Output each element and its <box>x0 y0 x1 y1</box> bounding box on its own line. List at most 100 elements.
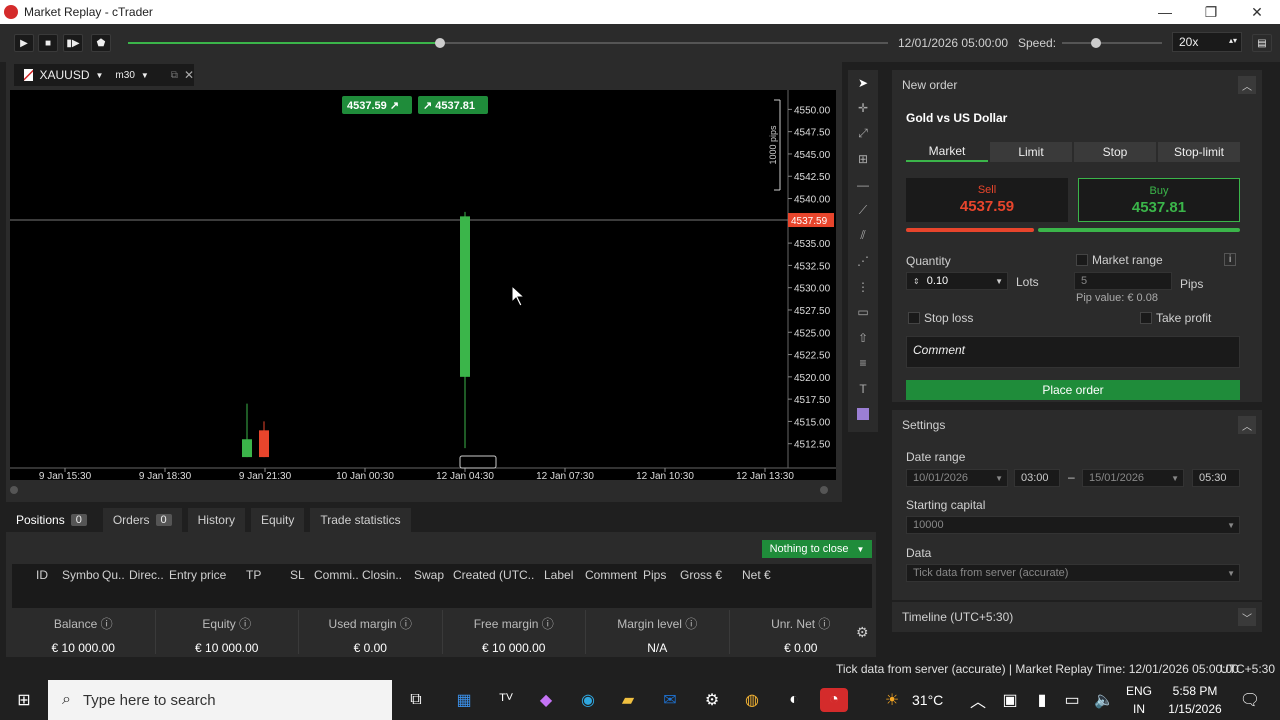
col-label[interactable]: Label <box>544 568 573 582</box>
col-net[interactable]: Net € <box>742 568 771 582</box>
sell-button[interactable]: Sell 4537.59 <box>906 178 1068 222</box>
col-direction[interactable]: Direc.. <box>129 568 164 582</box>
col-entry-price[interactable]: Entry price <box>169 568 226 582</box>
close-window-button[interactable]: ✕ <box>1234 0 1280 24</box>
scroll-left-icon[interactable] <box>10 486 18 494</box>
comment-field[interactable]: Comment <box>906 336 1240 368</box>
info-icon[interactable]: ⓘ <box>101 617 113 631</box>
col-gross[interactable]: Gross € <box>680 568 722 582</box>
cursor-tool-icon[interactable]: ➤ <box>848 70 878 96</box>
volume-icon[interactable]: 🔈 <box>1092 688 1116 712</box>
chevron-down-icon[interactable]: ▼ <box>1227 521 1235 530</box>
layout-icon[interactable]: ▤ <box>1252 34 1272 52</box>
speed-select[interactable]: 20x ▴▾ <box>1172 32 1242 52</box>
expand-icon[interactable]: ﹀ <box>1238 608 1256 626</box>
speed-slider[interactable] <box>1062 42 1162 44</box>
col-swap[interactable]: Swap <box>414 568 444 582</box>
channel-icon[interactable]: ⫽ <box>848 223 878 249</box>
starting-capital-select[interactable]: 10000 ▼ <box>906 516 1240 534</box>
weather-icon[interactable]: ☀ <box>880 688 904 712</box>
side-scrollbar[interactable] <box>1268 70 1274 650</box>
place-order-button[interactable]: Place order <box>906 380 1240 400</box>
col-tp[interactable]: TP <box>246 568 261 582</box>
taskbar-search[interactable]: ⌕ Type here to search <box>48 680 392 720</box>
text-tool-icon[interactable]: T <box>848 376 878 402</box>
price-chart[interactable]: 4550.00 4547.50 4545.00 4542.50 4540.00 4537.… <box>10 90 836 482</box>
tab-history[interactable]: History <box>187 508 245 532</box>
col-comment[interactable]: Comment <box>585 568 637 582</box>
zoom-tool-icon[interactable]: ⤢ <box>848 121 878 147</box>
timeline-header[interactable]: Timeline (UTC+5:30) <box>892 602 1262 632</box>
chart-scrollbar[interactable] <box>10 486 836 494</box>
quantity-stepper[interactable]: ⇕ 0.10 ▼ <box>906 272 1008 290</box>
language-indicator[interactable]: ENG IN <box>1124 684 1154 716</box>
color-swatch-icon[interactable] <box>848 402 878 428</box>
nothing-to-close-button[interactable]: Nothing to close ▼ <box>762 540 872 558</box>
col-created[interactable]: Created (UTC.. <box>453 568 534 582</box>
windows-start-icon[interactable]: ⊞ <box>12 688 36 712</box>
chevron-down-icon[interactable]: ▼ <box>1227 569 1235 578</box>
tab-equity[interactable]: Equity <box>250 508 305 532</box>
start-date-picker[interactable]: 10/01/2026 ▼ <box>906 469 1008 487</box>
chevron-up-icon[interactable]: ︿ <box>966 688 990 712</box>
col-closing[interactable]: Closin.. <box>362 568 402 582</box>
tab-positions[interactable]: Positions 0 <box>6 508 97 532</box>
info-icon[interactable]: ⓘ <box>239 617 251 631</box>
stop-button[interactable]: ■ <box>38 34 58 52</box>
fibonacci-icon[interactable]: ⋰ <box>848 249 878 275</box>
settings-icon[interactable]: ⚙ <box>700 688 724 712</box>
collapse-icon[interactable]: ︿ <box>1238 416 1256 434</box>
close-tab-icon[interactable]: ✕ <box>184 68 194 82</box>
arrow-up-icon[interactable]: ⇧ <box>848 325 878 351</box>
chevron-down-icon[interactable]: ▼ <box>1171 474 1179 483</box>
info-icon[interactable]: ⓘ <box>542 617 554 631</box>
minimize-button[interactable]: — <box>1142 0 1188 24</box>
task-view-icon[interactable]: ⧉ <box>404 688 428 712</box>
meet-icon[interactable]: ▣ <box>998 688 1022 712</box>
replay-progress-slider[interactable] <box>128 38 888 48</box>
info-icon[interactable]: ⓘ <box>818 617 830 631</box>
file-explorer-icon[interactable]: ▰ <box>616 688 640 712</box>
tab-stop[interactable]: Stop <box>1074 142 1156 162</box>
notifications-icon[interactable]: 🗨 <box>1238 688 1262 712</box>
take-profit-checkbox[interactable] <box>1140 312 1152 324</box>
col-sl[interactable]: SL <box>290 568 305 582</box>
col-id[interactable]: ID <box>36 568 48 582</box>
collapse-icon[interactable]: ︿ <box>1238 76 1256 94</box>
data-source-select[interactable]: Tick data from server (accurate) ▼ <box>906 564 1240 582</box>
speed-slider-handle[interactable] <box>1091 38 1101 48</box>
tab-market[interactable]: Market <box>906 142 988 162</box>
bookmark-button[interactable]: ⬟ <box>91 34 111 52</box>
ctrader-taskbar-icon[interactable]: ◔ <box>820 688 848 712</box>
col-commission[interactable]: Commi.. <box>314 568 359 582</box>
tab-stop-limit[interactable]: Stop-limit <box>1158 142 1240 162</box>
lines-icon[interactable]: ≡ <box>848 351 878 377</box>
tab-orders[interactable]: Orders 0 <box>102 508 182 532</box>
clock[interactable]: 5:58 PM 1/15/2026 <box>1160 684 1230 716</box>
end-time-field[interactable]: 05:30 <box>1192 469 1240 487</box>
copilot-icon[interactable]: ◆ <box>534 688 558 712</box>
gear-icon[interactable]: ⚙ <box>856 624 869 641</box>
rectangle-icon[interactable]: ▭ <box>848 300 878 326</box>
end-date-picker[interactable]: 15/01/2026 ▼ <box>1082 469 1184 487</box>
timeframe-label[interactable]: m30 <box>115 70 134 81</box>
chart-tab[interactable]: XAUUSD ▼ m30 ▼ ⧉ ✕ <box>14 64 194 86</box>
market-range-checkbox[interactable] <box>1076 254 1088 266</box>
info-icon[interactable]: i <box>1224 253 1237 266</box>
battery-icon[interactable]: ▭ <box>1060 688 1084 712</box>
info-icon[interactable]: ⓘ <box>685 617 697 631</box>
start-time-field[interactable]: 03:00 <box>1014 469 1060 487</box>
maximize-button[interactable]: ❐ <box>1188 0 1234 24</box>
app-icon[interactable]: ◐ <box>782 688 806 712</box>
fib-grid-icon[interactable]: ⋮ <box>848 274 878 300</box>
market-range-input[interactable]: 5 <box>1074 272 1172 290</box>
edge-icon[interactable]: ◉ <box>576 688 600 712</box>
crosshair-tool-icon[interactable]: ✛ <box>848 96 878 122</box>
chevron-down-icon[interactable]: ▼ <box>995 474 1003 483</box>
tradingview-icon[interactable]: ᵀⱽ <box>494 688 518 712</box>
measure-tool-icon[interactable]: ⊞ <box>848 147 878 173</box>
stepper-arrows-icon[interactable]: ⇕ <box>913 277 920 286</box>
stop-loss-checkbox[interactable] <box>908 312 920 324</box>
store-icon[interactable]: ▦ <box>452 688 476 712</box>
chevron-down-icon[interactable]: ▼ <box>856 545 864 554</box>
